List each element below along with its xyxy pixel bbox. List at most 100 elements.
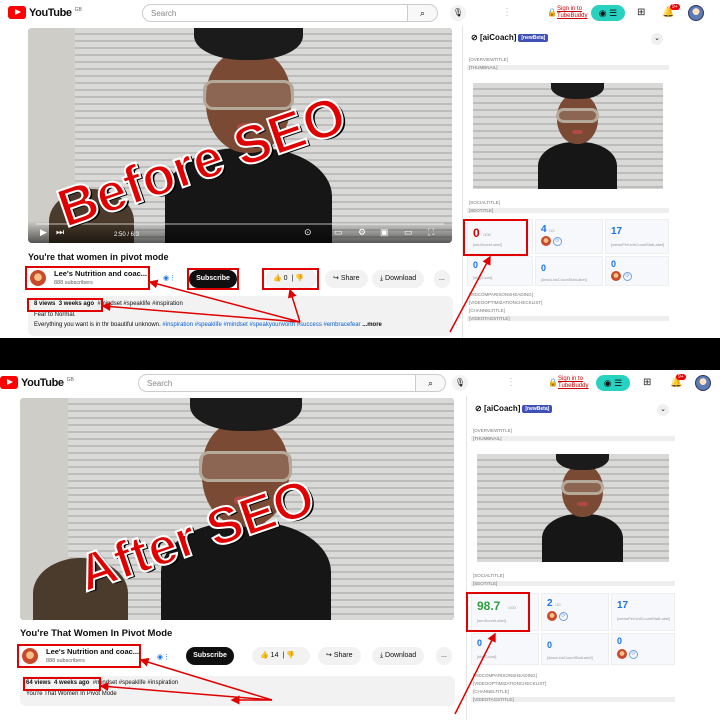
channel-title[interactable]: [CHANNELTITLE] — [473, 689, 509, 694]
seo-score-value: 98.7 — [477, 599, 501, 613]
social-title: [SOCIALTITLE] — [473, 573, 504, 578]
subtitles-icon[interactable]: ▭ — [334, 227, 343, 238]
optimization-checklist[interactable]: [VIDEOOPTIMIZATIONCHECKLIST] — [473, 681, 546, 686]
stat-card-c: 0 ⟳ — [605, 256, 669, 286]
video-tags-bar[interactable]: [VIDEOTAGSTITLE] — [467, 316, 669, 321]
download-button[interactable]: ⤓ Download — [372, 647, 425, 665]
more-actions-button[interactable]: ... — [434, 270, 450, 288]
description-line: Everything you want is in thr boautiful … — [34, 322, 382, 328]
stat-card-c: 0 ⟳ — [611, 633, 675, 665]
views-and-date: 64 views 4 weeks ago #mindset #speaklife… — [26, 680, 179, 686]
search-button[interactable]: ⌕ — [416, 374, 446, 392]
comparisons-heading[interactable]: [VIDCOMPARISONSHEADING] — [469, 292, 533, 297]
description-box[interactable]: 8 views 3 weeks ago #mindset #speaklife … — [28, 296, 453, 336]
subscriber-count: 888 subscribers — [46, 658, 85, 664]
account-avatar[interactable] — [695, 375, 711, 391]
channel-name[interactable]: Lee's Nutrition and coac... — [46, 647, 139, 656]
channel-name[interactable]: Lee's Nutrition and coac... — [54, 269, 147, 278]
join-icon[interactable]: ◉⋮ — [157, 653, 170, 661]
mic-icon[interactable]: 🎙 — [452, 375, 468, 391]
stat-card-b: 0 [descLinkCountStatLabel] — [535, 256, 603, 286]
next-icon[interactable]: ⏭ — [56, 227, 64, 238]
comparisons-heading[interactable]: [VIDCOMPARISONSHEADING] — [473, 673, 537, 678]
compare-icon[interactable]: ⟳ — [559, 612, 568, 621]
country-code: GB — [66, 376, 74, 383]
stat-b-value: 0 — [547, 640, 553, 650]
like-dislike-buttons[interactable]: 👍 14 | 👎 — [252, 647, 310, 665]
views-card: 17 [viewsPerUnitCountStatLabel] — [611, 593, 675, 631]
creator-avatar — [617, 649, 627, 659]
optimization-checklist[interactable]: [VIDEOOPTIMIZATIONCHECKLIST] — [469, 300, 542, 305]
play-icon[interactable]: ▶ — [40, 227, 47, 238]
after-seo-screenshot: YouTube GB Search ⌕ 🎙 ⋮ 🔒 Sign in to Tube… — [0, 370, 720, 720]
seo-score-card: 98.7 /100 [seoScoreLabel] — [471, 593, 539, 631]
stat-c-value: 0 — [611, 259, 617, 269]
tubebuddy-button[interactable]: ◉ ☰ — [591, 5, 625, 21]
views-value: 17 — [617, 600, 629, 611]
compare-icon[interactable]: ⟳ — [553, 237, 562, 246]
more-link[interactable]: ...more — [362, 322, 382, 328]
download-button[interactable]: ⤓ Download — [372, 270, 425, 288]
chevron-down-icon[interactable]: ⌄ — [651, 33, 663, 45]
seo-score-card: 0 /100 [seoScoreLabel] — [467, 219, 533, 254]
theater-icon[interactable]: ▭ — [404, 227, 413, 238]
seo-score-label: [seoScoreLabel] — [477, 618, 506, 623]
share-button[interactable]: ↪ Share — [318, 647, 361, 665]
download-label: Download — [385, 275, 417, 282]
tubebuddy-sign-in-link[interactable]: Sign in to TubeBuddy — [557, 6, 587, 20]
description-box[interactable]: 64 views 4 weeks ago #mindset #speaklife… — [20, 676, 455, 706]
tubebuddy-button[interactable]: ◉ ☰ — [596, 375, 630, 391]
subscribe-button[interactable]: Subscribe — [186, 647, 234, 665]
video-player[interactable]: After SEO — [20, 398, 454, 620]
youtube-logo[interactable]: YouTube GB — [0, 376, 74, 389]
subscribe-button[interactable]: Subscribe — [189, 270, 237, 288]
compare-icon[interactable]: ⟳ — [629, 650, 638, 659]
search-input[interactable]: Search — [142, 4, 408, 22]
video-tags-bar[interactable]: [VIDEOTAGSTITLE] — [471, 697, 675, 702]
video-title: You're that women in pivot mode — [28, 252, 169, 262]
creator-avatar — [541, 236, 551, 246]
autoplay-toggle[interactable]: ⊙ — [304, 227, 312, 238]
channel-title[interactable]: [CHANNELTITLE] — [469, 308, 505, 313]
video-title: You're That Women In Pivot Mode — [20, 628, 173, 639]
competition-card: 4 /10 ⟳ — [535, 219, 603, 254]
channel-avatar[interactable] — [30, 270, 46, 286]
search-button[interactable]: ⌕ — [408, 4, 438, 22]
like-dislike-buttons[interactable]: 👍 0 | 👎 — [265, 270, 317, 288]
country-code: GB — [74, 6, 82, 13]
views-and-date: 8 views 3 weeks ago #mindset #speaklife … — [34, 301, 183, 307]
more-actions-button[interactable]: ... — [436, 647, 452, 665]
seo-title-bar[interactable]: [SEOTITLE] — [471, 581, 675, 586]
create-icon[interactable]: ⊞ — [643, 377, 651, 388]
thumbnail-bar[interactable]: [THUMBNAIL] — [471, 436, 675, 441]
subscriber-count: 888 subscribers — [54, 280, 93, 286]
seo-title-bar[interactable]: [SEOTITLE] — [467, 208, 669, 213]
join-icon[interactable]: ◉⋮ — [163, 274, 176, 282]
share-button[interactable]: ↪ Share — [325, 270, 368, 288]
chevron-down-icon[interactable]: ⌄ — [657, 404, 669, 416]
download-label: Download — [385, 652, 417, 659]
compare-icon[interactable]: ⟳ — [623, 272, 632, 281]
settings-icon[interactable]: ⚙ — [358, 227, 366, 238]
views-value: 17 — [611, 226, 623, 237]
miniplayer-icon[interactable]: ▣ — [380, 227, 389, 238]
stat-b-value: 0 — [541, 263, 547, 273]
thumbnail-bar[interactable]: [THUMBNAIL] — [467, 65, 669, 70]
search-input[interactable]: Search — [138, 374, 416, 392]
mic-icon[interactable]: 🎙 — [450, 5, 466, 21]
youtube-play-icon — [0, 376, 18, 389]
tubebuddy-sign-in-link[interactable]: Sign in to TubeBuddy — [558, 376, 588, 390]
fullscreen-icon[interactable]: ⛶ — [428, 227, 434, 238]
views-label: [viewsPerUnitCountStatLabel] — [611, 242, 665, 247]
youtube-logo[interactable]: YouTube GB — [8, 6, 82, 19]
stat-a-value: 0 — [473, 260, 479, 270]
stat-card-a: 0 [statCount] — [471, 633, 539, 665]
video-player[interactable]: ▶ ⏭ 2:50 / 6:3 ⊙ ▭ ⚙ ▣ ▭ ⛶ Before SEO — [28, 28, 452, 243]
aicoach-header: ⊘ [aiCoach] [newBeta] — [471, 33, 549, 42]
channel-avatar[interactable] — [22, 648, 38, 664]
create-icon[interactable]: ⊞ — [637, 7, 645, 18]
aicoach-sidebar: ⊘ [aiCoach] [newBeta] ⌄ [OVERVIEWTITLE] [… — [462, 26, 672, 338]
description-hashtags[interactable]: #inspiration #speaklife #mindset #speaky… — [162, 322, 360, 328]
overview-title: [OVERVIEWTITLE] — [473, 428, 512, 433]
account-avatar[interactable] — [688, 5, 704, 21]
